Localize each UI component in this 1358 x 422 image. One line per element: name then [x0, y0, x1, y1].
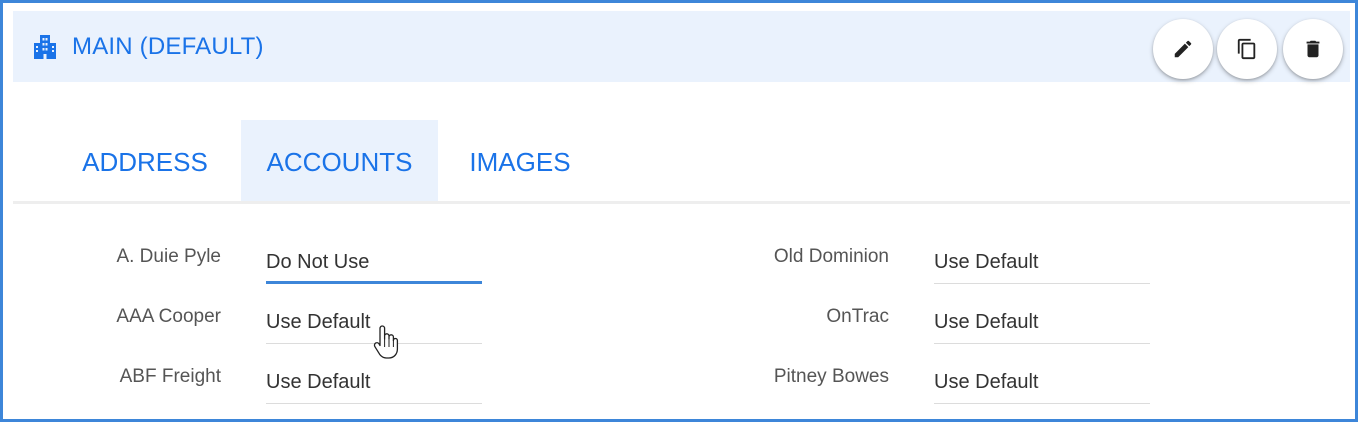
account-select-pitney-bowes[interactable]: Use Default: [934, 364, 1150, 404]
delete-button[interactable]: [1283, 19, 1343, 79]
account-select-value: Use Default: [934, 371, 1039, 393]
copy-button[interactable]: [1217, 19, 1277, 79]
location-panel: MAIN (DEFAULT) ADDRESS ACCOUNTS IMAGES A…: [0, 0, 1358, 422]
carrier-label-a-duie-pyle: A. Duie Pyle: [116, 246, 221, 267]
tab-address[interactable]: ADDRESS: [65, 120, 225, 204]
account-select-value: Do Not Use: [266, 251, 370, 273]
account-select-ontrac[interactable]: Use Default: [934, 304, 1150, 344]
carrier-label-aaa-cooper: AAA Cooper: [116, 306, 221, 327]
tab-divider: [13, 201, 1350, 204]
account-select-old-dominion[interactable]: Use Default: [934, 244, 1150, 284]
account-select-value: Use Default: [266, 371, 371, 393]
carrier-label-pitney-bowes: Pitney Bowes: [773, 366, 889, 387]
carrier-label-ontrac: OnTrac: [826, 306, 889, 327]
tab-bar: ADDRESS ACCOUNTS IMAGES: [13, 120, 1350, 204]
location-header: MAIN (DEFAULT): [13, 11, 1350, 82]
building-icon: [34, 35, 56, 59]
copy-icon: [1237, 38, 1256, 60]
account-select-value: Use Default: [934, 311, 1039, 333]
carrier-label-old-dominion: Old Dominion: [773, 246, 889, 267]
trash-icon: [1306, 40, 1320, 58]
tab-images[interactable]: IMAGES: [453, 120, 587, 204]
pencil-icon: [1174, 40, 1192, 58]
hand-pointer-icon: [373, 325, 399, 359]
tab-accounts-label: ACCOUNTS: [266, 146, 413, 177]
account-select-value: Use Default: [266, 311, 371, 333]
location-title: MAIN (DEFAULT): [72, 33, 264, 60]
account-select-abf-freight[interactable]: Use Default: [266, 364, 482, 404]
tab-accounts[interactable]: ACCOUNTS: [241, 120, 438, 204]
tab-images-label: IMAGES: [469, 146, 571, 177]
account-select-value: Use Default: [934, 251, 1039, 273]
carrier-label-abf-freight: ABF Freight: [119, 366, 221, 387]
tab-address-label: ADDRESS: [82, 146, 208, 177]
edit-button[interactable]: [1153, 19, 1213, 79]
account-select-a-duie-pyle[interactable]: Do Not Use: [266, 244, 482, 284]
